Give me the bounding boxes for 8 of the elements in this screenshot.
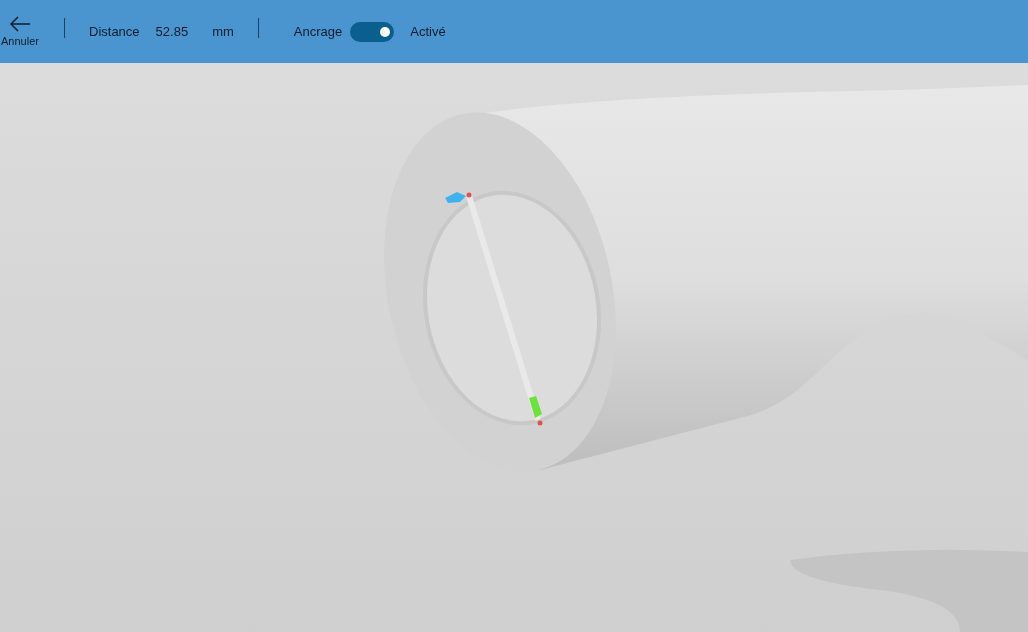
anchor-state-label: Activé (410, 22, 446, 41)
anchor-toggle[interactable] (350, 21, 395, 42)
back-arrow-icon (9, 16, 31, 32)
unit-label: mm (212, 22, 234, 41)
distance-label: Distance (89, 22, 140, 41)
distance-value: 52.85 (155, 22, 189, 41)
anchor-label: Ancrage (293, 22, 343, 41)
cancel-button[interactable]: Annuler (0, 0, 40, 63)
